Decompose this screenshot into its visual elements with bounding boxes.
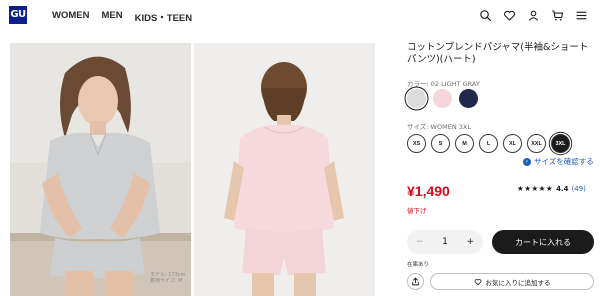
model-info-watermark: モデル: 173cm 着用サイズ: M [150,272,185,284]
review-count-link[interactable]: (49) [572,185,586,193]
size-options: XS S M L XL XXL 3XL [407,134,570,153]
share-icon [412,277,419,286]
size-label: サイズ: WOMEN 3XL [407,123,471,131]
star-rating-icon: ★★★★★ [517,184,554,193]
search-icon[interactable] [479,9,492,22]
add-to-favorites-button[interactable]: お気に入りに追加する [430,273,594,290]
main-nav: WOMEN MEN KIDS・TEEN [52,10,192,24]
share-button[interactable] [407,273,424,290]
swatch-pink[interactable] [433,89,452,108]
rating-value: 4.4 [556,184,569,193]
product-title: コットンブレンドパジャマ(半袖&ショートパンツ)(ハート) [407,42,589,65]
size-m[interactable]: M [455,134,474,153]
swatch-light-gray[interactable] [407,89,426,108]
decrease-quantity-button[interactable]: − [416,237,424,247]
model-size-text: 着用サイズ: M [150,278,183,284]
add-to-cart-button[interactable]: カートに入れる [492,230,594,254]
size-xs[interactable]: XS [407,134,426,153]
size-l[interactable]: L [479,134,498,153]
arrow-right-icon: › [523,157,531,166]
gu-logo[interactable]: GU [9,6,27,24]
quantity-value[interactable]: 1 [442,237,448,247]
cart-icon[interactable] [551,9,564,22]
nav-kids-teen[interactable]: KIDS・TEEN [135,10,193,24]
product-price: ¥1,490 [407,183,450,199]
size-guide-link[interactable]: › サイズを確認する [523,156,594,167]
heart-outline-icon [474,278,481,285]
header-icons [479,9,588,22]
stock-status: 在庫あり [407,262,430,268]
size-guide-label: サイズを確認する [534,157,594,166]
size-xxl[interactable]: XXL [527,134,546,153]
quantity-stepper: − 1 + [407,230,483,254]
heart-icon[interactable] [503,9,516,22]
size-xl[interactable]: XL [503,134,522,153]
nav-women[interactable]: WOMEN [52,10,89,24]
model-back-image [194,43,375,296]
rating-summary: ★★★★★ 4.4 (49) [517,184,586,193]
size-s[interactable]: S [431,134,450,153]
product-photo-front[interactable] [10,43,191,296]
favorites-label: お気に入りに追加する [485,278,551,287]
size-3xl[interactable]: 3XL [551,134,570,153]
product-photo-back[interactable] [194,43,375,296]
menu-icon[interactable] [575,9,588,22]
nav-men[interactable]: MEN [101,10,122,24]
site-header: GU WOMEN MEN KIDS・TEEN [0,0,600,32]
swatch-navy[interactable] [459,89,478,108]
model-front-image [10,43,191,296]
increase-quantity-button[interactable]: + [466,237,474,247]
color-swatches [407,89,478,108]
user-icon[interactable] [527,9,540,22]
discount-badge: 値下げ [407,207,427,215]
color-label: カラー: 02 LIGHT GRAY [407,80,480,88]
